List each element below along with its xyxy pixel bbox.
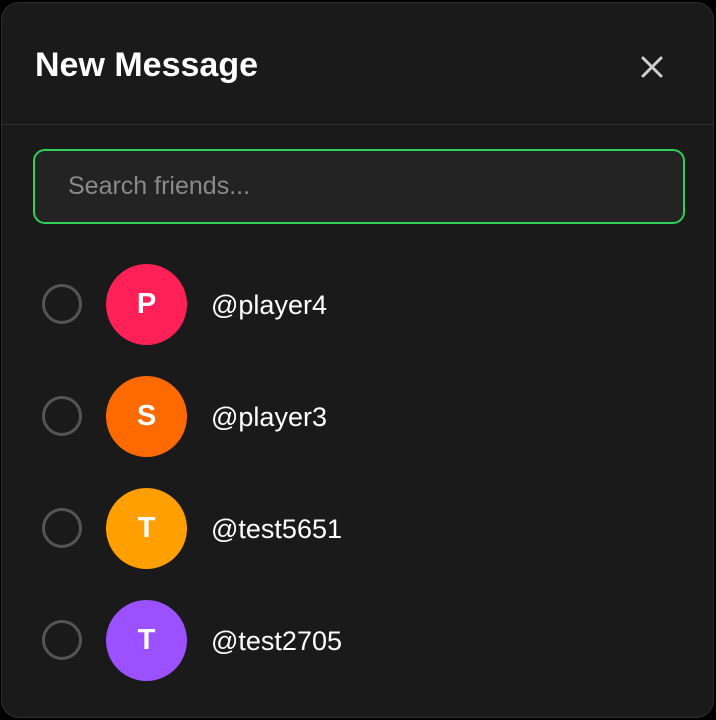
friend-username: @test2705 (211, 626, 342, 656)
select-radio[interactable] (42, 396, 82, 436)
dialog-header: New Message (2, 3, 713, 125)
select-radio[interactable] (42, 284, 82, 324)
friend-row[interactable]: P @player4 (2, 249, 713, 361)
avatar: P (106, 264, 187, 345)
search-field (33, 149, 685, 224)
dialog-title: New Message (35, 46, 258, 84)
avatar: T (106, 488, 187, 569)
friend-row[interactable]: T @test5651 (2, 473, 713, 585)
friend-row[interactable]: T @test2705 (2, 585, 713, 697)
friend-row[interactable]: S @player3 (2, 361, 713, 473)
avatar: S (106, 376, 187, 457)
friend-username: @player4 (211, 290, 327, 320)
avatar: T (106, 600, 187, 681)
close-button[interactable] (634, 49, 670, 85)
friend-list: P @player4 S @player3 T @test5651 T @tes… (2, 249, 713, 697)
close-icon (641, 56, 663, 78)
new-message-dialog: New Message P @player4 S @player3 T @tes… (1, 2, 714, 718)
friend-username: @test5651 (211, 514, 342, 544)
select-radio[interactable] (42, 508, 82, 548)
select-radio[interactable] (42, 620, 82, 660)
search-input[interactable] (35, 151, 683, 222)
friend-username: @player3 (211, 402, 327, 432)
